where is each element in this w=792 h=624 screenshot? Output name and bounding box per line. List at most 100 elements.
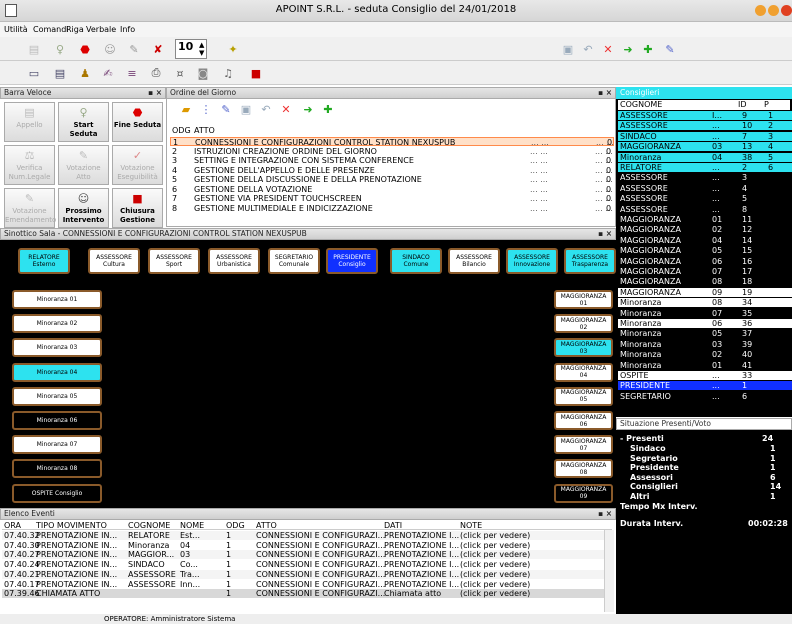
seat-right-9[interactable]: MAGGIORANZA 09 [554, 483, 613, 503]
councillor-row[interactable]: Minoranza 02 40 [618, 350, 792, 360]
seat-top-9[interactable]: ASSESSORE Innovazione [506, 248, 558, 274]
settings-icon[interactable]: ✦ [225, 41, 241, 57]
councillor-row[interactable]: MAGGIORANZA 07 17 [618, 267, 792, 276]
councillor-row[interactable]: MAGGIORANZA 01 11 [618, 215, 792, 224]
agenda-row[interactable]: 4 GESTIONE DELL'APPELLO E DELLE PRESENZE.… [170, 166, 614, 175]
councillor-row[interactable]: ASSESSORE... 4 [618, 183, 792, 193]
delete-icon[interactable]: ✕ [600, 41, 616, 57]
agenda-row[interactable]: 3 SETTING E INTEGRAZIONE CON SISTEMA CONF… [170, 156, 614, 165]
seat-top-6[interactable]: PRESIDENTE Consiglio [326, 248, 378, 274]
vote-icon[interactable]: ✎ [126, 41, 142, 57]
go-icon[interactable]: ➜ [620, 41, 636, 57]
quick-button-8[interactable]: ☺ Prossimo Intervento [58, 188, 109, 228]
no-vote-icon[interactable]: ✘ [150, 41, 166, 57]
quick-button-5[interactable]: ✎ Votazione Atto [58, 145, 109, 185]
seat-right-1[interactable]: MAGGIORANZA 01 [554, 290, 613, 309]
seat-top-1[interactable]: RELATORE Esterno [18, 248, 70, 274]
seat-right-2[interactable]: MAGGIORANZA 02 [554, 314, 613, 334]
save-icon[interactable]: ▣ [238, 101, 254, 117]
edit-icon[interactable]: ✎ [662, 41, 678, 57]
seat-left-6[interactable]: Minoranza 06 [12, 411, 102, 430]
list-indent-icon[interactable]: ⋮ [198, 101, 214, 117]
events-col-header[interactable]: COGNOME [128, 521, 170, 530]
councillor-row[interactable]: Minoranza 01 41 [618, 360, 792, 370]
councillor-row[interactable]: ASSESSORE... 8 [618, 204, 792, 214]
go-icon[interactable]: ➜ [300, 101, 316, 117]
agenda-row[interactable]: 2 ISTRUZIONI CREAZIONE ORDINE DEL GIORNO.… [170, 147, 614, 156]
report-icon[interactable]: ≡ [124, 65, 140, 81]
stop-square-icon[interactable]: ■ [248, 65, 264, 81]
seat-left-4[interactable]: Minoranza 04 [12, 362, 102, 382]
seat-right-6[interactable]: MAGGIORANZA 06 [554, 411, 613, 430]
stop-icon[interactable]: ⬣ [77, 41, 93, 57]
seat-top-10[interactable]: ASSESSORE Trasparenza [564, 248, 616, 274]
quick-button-9[interactable]: ■ Chiusura Gestione [112, 188, 163, 228]
print-icon[interactable]: ⎙ [148, 65, 164, 81]
councillor-row[interactable]: Minoranza 05 37 [618, 329, 792, 339]
events-scrollbar[interactable] [604, 530, 614, 612]
delete-icon[interactable]: ✕ [278, 101, 294, 117]
councillor-row[interactable]: ASSESSORE... 5 [618, 194, 792, 204]
seat-right-3[interactable]: MAGGIORANZA 03 [554, 338, 613, 358]
speech-icon[interactable]: ☺ [102, 41, 118, 57]
agenda-row[interactable]: 1 CONNESSIONI E CONFIGURAZIONI CONTROL ST… [170, 137, 614, 147]
events-col-header[interactable]: ORA [4, 521, 21, 530]
quick-button-6[interactable]: ✓ Votazione Eseguibilità [112, 145, 163, 185]
event-row[interactable]: 07.40.27 PRENOTAZIONE IN... MAGGIOR... 03 1 C… [2, 550, 612, 560]
quick-button-3[interactable]: ⬣ Fine Seduta [112, 102, 163, 142]
agenda-row[interactable]: 6 GESTIONE DELLA VOTAZIONE... ...... ... 0 [170, 185, 614, 194]
close-button[interactable] [781, 5, 792, 16]
add-icon[interactable]: ✚ [320, 101, 336, 117]
save-icon[interactable]: ▣ [560, 41, 576, 57]
quick-button-4[interactable]: ⚖ Verifica Num.Legale [4, 145, 55, 185]
folder-icon[interactable]: ▰ [178, 101, 194, 117]
agenda-row[interactable]: 5 GESTIONE DELLA DISCUSSIONE E DELLA PREN… [170, 175, 614, 184]
councillor-row[interactable]: Minoranza 03 39 [618, 339, 792, 349]
event-row[interactable]: 07.39.46 CHIAMATA ATTO 1 CONNESSIONI E CONF… [2, 589, 612, 599]
councillor-row[interactable]: OSPITE... 33 [618, 371, 792, 380]
councillor-row[interactable]: Minoranza 04 38 5 [618, 152, 792, 162]
seat-right-7[interactable]: MAGGIORANZA 07 [554, 435, 613, 455]
edit-doc-icon[interactable]: ✍ [100, 65, 116, 81]
camera-icon[interactable]: ◙ [195, 65, 211, 81]
councillor-row[interactable]: SINDACO... 7 3 [618, 131, 792, 141]
event-row[interactable]: 07.40.17 PRENOTAZIONE IN... ASSESSORE Inn..… [2, 579, 612, 589]
events-col-header[interactable]: NOME [180, 521, 204, 530]
col-cognome[interactable]: COGNOME [620, 100, 662, 110]
seat-left-2[interactable]: Minoranza 02 [12, 314, 102, 334]
seat-right-4[interactable]: MAGGIORANZA 04 [554, 362, 613, 382]
event-row[interactable]: 07.40.32 PRENOTAZIONE IN... RELATORE Est...… [2, 531, 612, 540]
seat-left-7[interactable]: Minoranza 07 [12, 435, 102, 455]
add-icon[interactable]: ✚ [640, 41, 656, 57]
seat-top-7[interactable]: SINDACO Comune [390, 248, 442, 274]
seat-top-3[interactable]: ASSESSORE Sport [148, 248, 200, 274]
councillor-row[interactable]: MAGGIORANZA 06 16 [618, 256, 792, 266]
quick-button-1[interactable]: ▤ Appello [4, 102, 55, 142]
councillor-row[interactable]: MAGGIORANZA 09 19 [618, 287, 792, 297]
quick-button-7[interactable]: ✎ Votazione Emendamento [4, 188, 56, 228]
councillor-row[interactable]: MAGGIORANZA 04 14 [618, 235, 792, 245]
agenda-row[interactable]: 7 GESTIONE VIA PRESIDENT TOUCHSCREEN ... .… [170, 194, 614, 203]
col-p[interactable]: P [764, 100, 769, 110]
seat-top-8[interactable]: ASSESSORE Bilancio [448, 248, 500, 274]
event-row[interactable]: 07.40.24 PRENOTAZIONE IN... SINDACO Co... 1 C… [2, 560, 612, 570]
councillor-row[interactable]: MAGGIORANZA 08 18 [618, 277, 792, 287]
events-col-header[interactable]: NOTE [460, 521, 482, 530]
councillor-row[interactable]: Minoranza 06 36 [618, 319, 792, 328]
col-id[interactable]: ID [738, 100, 747, 110]
seat-top-4[interactable]: ASSESSORE Urbanistica [208, 248, 260, 274]
councillor-row[interactable]: PRESIDENTE... 1 [618, 381, 792, 391]
bell-icon[interactable]: ♀ [52, 41, 68, 57]
menu-riga[interactable]: Riga [66, 25, 84, 34]
event-row[interactable]: 07.40.21 PRENOTAZIONE IN... ASSESSORE Tra..… [2, 569, 612, 579]
menu-verbale[interactable]: Verbale [86, 25, 116, 34]
seat-top-5[interactable]: SEGRETARIO Comunale [268, 248, 320, 274]
view-icon[interactable]: ▭ [26, 65, 42, 81]
document-icon[interactable]: ▤ [26, 41, 42, 57]
councillor-row[interactable]: Minoranza 08 34 [618, 298, 792, 308]
menu-comandi[interactable]: Comandi [33, 25, 69, 34]
seat-left-3[interactable]: Minoranza 03 [12, 338, 102, 358]
councillor-row[interactable]: ASSESSORE I... 9 1 [618, 111, 792, 120]
seat-right-8[interactable]: MAGGIORANZA 08 [554, 459, 613, 479]
councillor-row[interactable]: Minoranza 07 35 [618, 308, 792, 318]
